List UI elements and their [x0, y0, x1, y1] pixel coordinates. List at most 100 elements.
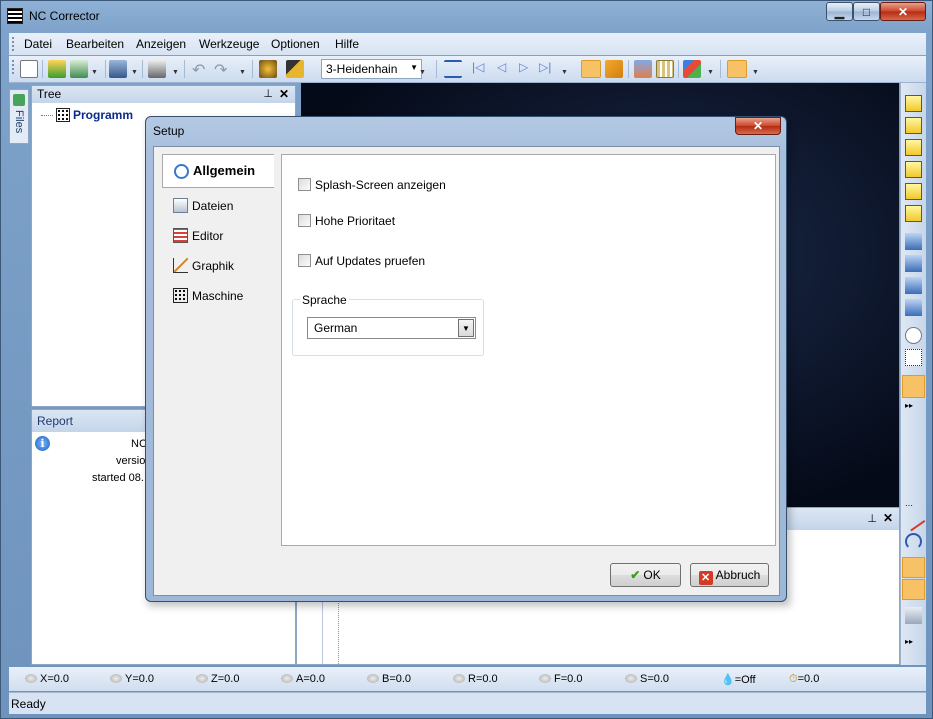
- view-top-icon[interactable]: [905, 139, 922, 156]
- save-dropdown-icon[interactable]: ▼: [131, 69, 138, 76]
- led-icon: [110, 674, 122, 683]
- tree-node-programm[interactable]: Programm: [41, 108, 133, 122]
- dialog-close-button[interactable]: ✕: [735, 117, 781, 135]
- rapid-move-icon[interactable]: [902, 557, 925, 578]
- select-pointer-icon[interactable]: [581, 60, 601, 78]
- history-dropdown-icon[interactable]: ▼: [239, 69, 246, 76]
- open-icon[interactable]: [70, 60, 88, 78]
- breakpoint-icon[interactable]: [444, 60, 462, 78]
- minimize-button[interactable]: ▁: [826, 2, 853, 21]
- window-layout-icon[interactable]: [727, 60, 747, 78]
- dialog-title: Setup: [153, 124, 185, 138]
- menu-anzeigen[interactable]: Anzeigen: [136, 37, 186, 51]
- view-front-icon[interactable]: [905, 95, 922, 112]
- menu-hilfe[interactable]: Hilfe: [335, 37, 359, 51]
- setup-dialog: Setup ✕ Allgemein Dateien Editor Graphik…: [145, 116, 787, 602]
- tree-connector: [41, 115, 53, 117]
- next-block-icon[interactable]: ▷: [519, 60, 537, 78]
- check-updates-label[interactable]: Auf Updates pruefen: [315, 254, 425, 268]
- splash-screen-label[interactable]: Splash-Screen anzeigen: [315, 178, 446, 192]
- open-dropdown-icon[interactable]: ▼: [91, 69, 98, 76]
- last-block-icon[interactable]: ▷|: [539, 60, 557, 78]
- menu-datei[interactable]: Datei: [24, 37, 52, 51]
- tab-editor[interactable]: Editor: [162, 222, 274, 250]
- close-button[interactable]: ✕: [880, 2, 926, 21]
- iso-view-3-icon[interactable]: [905, 277, 922, 294]
- view-bottom-icon[interactable]: [905, 161, 922, 178]
- feed-move-icon[interactable]: [902, 579, 925, 600]
- tab-graphik[interactable]: Graphik: [162, 252, 274, 280]
- coord-b: B=0.0: [367, 673, 411, 685]
- debug-bug-icon[interactable]: [259, 60, 277, 78]
- chevron-down-icon[interactable]: ▼: [458, 319, 474, 337]
- separator: [184, 60, 185, 78]
- tab-maschine[interactable]: Maschine: [162, 282, 274, 310]
- ok-button[interactable]: ✔ OK: [610, 563, 681, 587]
- tool-table-icon[interactable]: [634, 60, 652, 78]
- key-icon[interactable]: [286, 60, 304, 78]
- menu-werkzeuge[interactable]: Werkzeuge: [199, 37, 259, 51]
- language-select[interactable]: German ▼: [307, 317, 476, 339]
- overflow-icon[interactable]: ▸▸: [905, 401, 922, 418]
- controller-select[interactable]: 3-Heidenhain ▼: [321, 59, 422, 79]
- overflow-icon[interactable]: ▸▸: [905, 637, 922, 654]
- menu-bearbeiten[interactable]: Bearbeiten: [66, 37, 124, 51]
- menu-bar: Datei Bearbeiten Anzeigen Werkzeuge Opti…: [9, 33, 926, 55]
- splash-screen-checkbox[interactable]: [298, 178, 311, 191]
- arc-icon[interactable]: [905, 533, 922, 550]
- maximize-button[interactable]: □: [853, 2, 880, 21]
- menu-optionen[interactable]: Optionen: [271, 37, 320, 51]
- solid-icon[interactable]: [905, 607, 922, 624]
- menu-grip[interactable]: [12, 37, 15, 51]
- iso-view-2-icon[interactable]: [905, 255, 922, 272]
- brush-icon[interactable]: [902, 375, 925, 398]
- time-value: =0.0: [797, 673, 820, 685]
- tab-allgemein[interactable]: Allgemein: [162, 154, 274, 188]
- layout-dropdown-icon[interactable]: ▼: [752, 69, 759, 76]
- controller-select-value: 3-Heidenhain: [326, 62, 398, 76]
- checkmark-icon: ✔: [630, 568, 641, 582]
- led-icon: [281, 674, 293, 683]
- shapes-icon[interactable]: [683, 60, 701, 78]
- iso-view-4-icon[interactable]: [905, 299, 922, 316]
- nav-dropdown-icon[interactable]: ▼: [561, 69, 568, 76]
- pin-icon[interactable]: ⊥: [867, 512, 877, 525]
- iso-view-1-icon[interactable]: [905, 233, 922, 250]
- coord-value: A=0.0: [296, 673, 326, 685]
- toolbar-grip[interactable]: [12, 60, 15, 74]
- save-icon[interactable]: [109, 60, 127, 78]
- high-priority-label[interactable]: Hohe Prioritaet: [315, 214, 395, 228]
- undo-icon[interactable]: ↶: [192, 60, 210, 79]
- close-icon[interactable]: ✕: [883, 511, 893, 525]
- measure-ruler-icon[interactable]: [605, 60, 623, 78]
- view-back-icon[interactable]: [905, 117, 922, 134]
- files-side-tab[interactable]: Files: [9, 89, 29, 144]
- chevron-down-icon[interactable]: ▼: [410, 63, 418, 72]
- coolant-value: =Off: [734, 674, 756, 686]
- time-status: ⏱=0.0: [789, 673, 819, 686]
- shapes-dropdown-icon[interactable]: ▼: [707, 69, 714, 76]
- separator: [628, 60, 629, 78]
- print-dropdown-icon[interactable]: ▼: [172, 69, 179, 76]
- prev-block-icon[interactable]: ◁: [497, 60, 515, 78]
- zoom-window-icon[interactable]: [905, 349, 922, 366]
- title-bar[interactable]: NC Corrector ▁ □ ✕: [1, 1, 932, 31]
- high-priority-checkbox[interactable]: [298, 214, 311, 227]
- combo-overflow-icon[interactable]: ▼: [419, 69, 426, 76]
- redo-icon[interactable]: ↷: [214, 60, 232, 79]
- calculator-icon[interactable]: [656, 60, 674, 78]
- coord-s: S=0.0: [625, 673, 669, 685]
- first-block-icon[interactable]: |◁: [472, 60, 490, 78]
- gear-icon: [174, 164, 189, 179]
- tab-dateien[interactable]: Dateien: [162, 192, 274, 220]
- cancel-button[interactable]: ✕ Abbruch: [690, 563, 769, 587]
- close-icon[interactable]: ✕: [279, 86, 289, 103]
- view-right-icon[interactable]: [905, 205, 922, 222]
- view-left-icon[interactable]: [905, 183, 922, 200]
- print-icon[interactable]: [148, 60, 166, 78]
- check-updates-checkbox[interactable]: [298, 254, 311, 267]
- pin-icon[interactable]: ⊥: [263, 86, 273, 103]
- zoom-icon[interactable]: [905, 327, 922, 344]
- layers-icon[interactable]: [48, 60, 66, 78]
- new-file-icon[interactable]: [20, 60, 38, 78]
